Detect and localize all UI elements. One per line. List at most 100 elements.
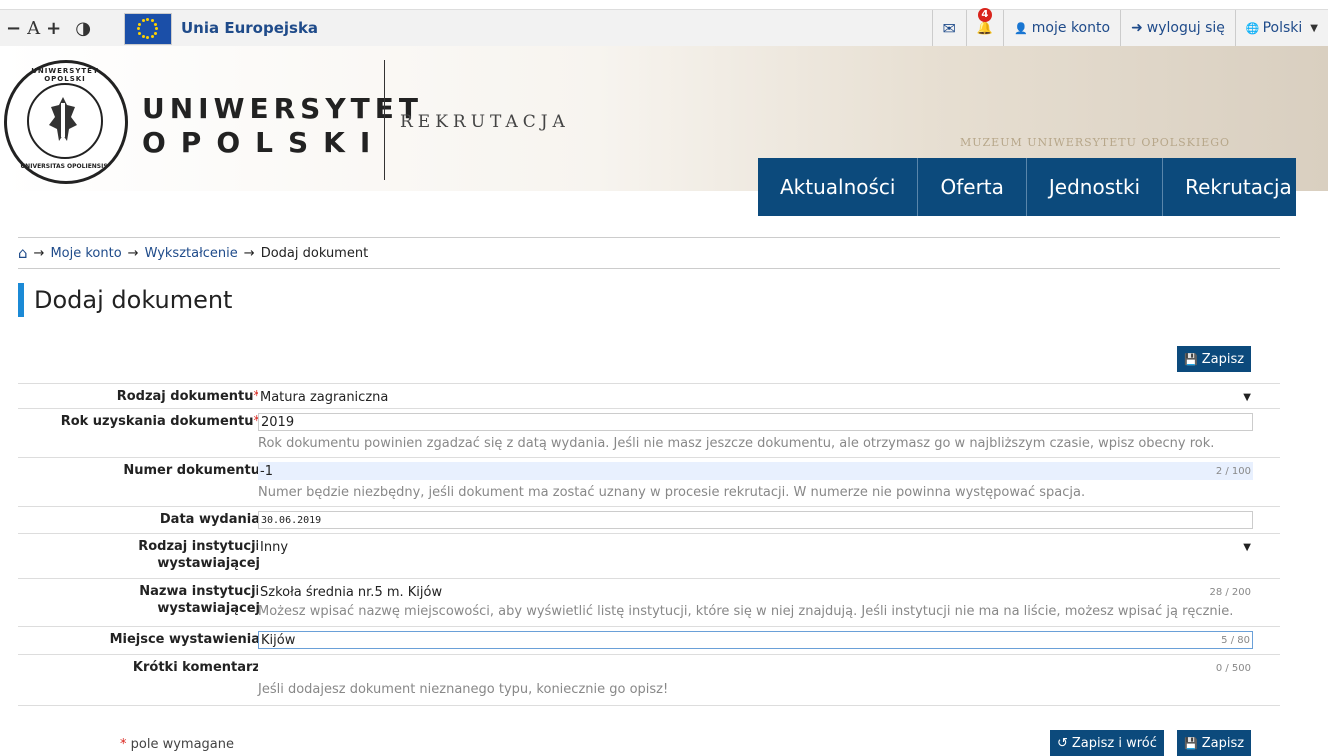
chevron-down-icon: ▼	[1310, 23, 1318, 34]
doc-type-value: Matura zagraniczna	[260, 390, 388, 405]
place-input[interactable]: Kijów 5 / 80	[258, 631, 1253, 649]
doc-year-hint: Rok dokumentu powinien zgadzać się z dat…	[258, 436, 1214, 451]
nav-item-rekrutacja[interactable]: Rekrutacja	[1163, 158, 1296, 216]
logout-icon: ➜	[1131, 20, 1143, 36]
font-increase-button[interactable]: +	[46, 18, 61, 39]
eu-star-icon	[146, 18, 149, 21]
doc-number-label: Numer dokumentu	[123, 462, 260, 479]
language-icon: 🌐	[1246, 22, 1260, 35]
save-button-top[interactable]: 💾 Zapisz	[1177, 346, 1251, 372]
font-decrease-button[interactable]: −	[6, 18, 21, 39]
inst-type-label: Rodzaj instytucjiwystawiającej	[138, 538, 260, 572]
comment-label: Krótki komentarz	[133, 659, 260, 676]
return-icon: ↺	[1057, 736, 1068, 751]
chevron-down-icon: ▼	[1243, 392, 1251, 403]
eu-star-icon	[142, 19, 145, 22]
eu-star-icon	[137, 27, 140, 30]
doc-number-hint: Numer będzie niezbędny, jeśli dokument m…	[258, 485, 1085, 500]
university-name: UNIWERSYTET OPOLSKI	[142, 92, 423, 160]
breadcrumb: ⌂ → Moje konto → Wykształcenie → Dodaj d…	[18, 237, 1280, 269]
breadcrumb-moje-konto[interactable]: Moje konto	[50, 246, 121, 261]
envelope-icon: ✉	[943, 19, 956, 38]
doc-number-counter: 2 / 100	[1216, 466, 1251, 477]
eu-star-icon	[155, 27, 158, 30]
doc-type-select[interactable]: Matura zagraniczna ▼	[258, 388, 1253, 406]
eu-star-icon	[146, 36, 149, 39]
seal-bottom-text: UNIVERSITAS OPOLIENSIS	[9, 163, 119, 170]
save-button-bottom[interactable]: 💾 Zapisz	[1177, 730, 1251, 756]
inst-name-hint: Możesz wpisać nazwę miejscowości, aby wy…	[258, 604, 1233, 619]
nav-item-jednostki[interactable]: Jednostki	[1027, 158, 1163, 216]
doc-year-label: Rok uzyskania dokumentu*	[61, 413, 260, 430]
comment-input[interactable]: 0 / 500	[258, 659, 1253, 677]
account-label: moje konto	[1032, 20, 1110, 36]
inst-type-select[interactable]: Inny ▼	[258, 538, 1253, 556]
save-return-label: Zapisz i wróć	[1072, 736, 1157, 751]
language-select[interactable]: 🌐 Polski ▼	[1235, 10, 1328, 46]
eu-star-icon	[142, 35, 145, 38]
eu-label: Unia Europejska	[181, 19, 318, 37]
bell-icon: 🔔	[977, 21, 993, 36]
page-title: Dodaj dokument	[34, 286, 232, 314]
row-inst-type: Rodzaj instytucjiwystawiającej Inny ▼	[18, 533, 1280, 578]
page-heading: Dodaj dokument	[18, 283, 232, 317]
comment-counter: 0 / 500	[1216, 663, 1251, 674]
messages-button[interactable]: ✉	[932, 10, 966, 46]
comment-hint: Jeśli dodajesz dokument nieznanego typu,…	[258, 682, 668, 697]
save-and-return-button[interactable]: ↺ Zapisz i wróć	[1050, 730, 1164, 756]
eu-star-icon	[154, 32, 157, 35]
language-label: Polski	[1263, 20, 1303, 36]
logout-label: wyloguj się	[1147, 20, 1225, 36]
save-label: Zapisz	[1202, 736, 1244, 751]
nav-item-aktualnosci[interactable]: Aktualności	[758, 158, 918, 216]
row-place: Miejsce wystawienia Kijów 5 / 80	[18, 626, 1280, 654]
main-nav: Aktualności Oferta Jednostki Rekrutacja	[758, 158, 1296, 216]
nav-item-oferta[interactable]: Oferta	[918, 158, 1026, 216]
row-doc-type: Rodzaj dokumentu* Matura zagraniczna ▼	[18, 383, 1280, 408]
university-seal-logo[interactable]: UNIWERSYTET OPOLSKI UNIVERSITAS OPOLIENS…	[4, 60, 128, 184]
home-icon[interactable]: ⌂	[18, 244, 28, 262]
accessibility-controls: − A + ◑	[6, 18, 91, 39]
doc-number-input[interactable]: -1 2 / 100	[258, 462, 1253, 480]
place-label: Miejsce wystawienia	[110, 631, 260, 648]
university-name-line2: OPOLSKI	[142, 126, 423, 160]
logout-link[interactable]: ➜ wyloguj się	[1120, 10, 1235, 46]
university-name-line1: UNIWERSYTET	[142, 92, 423, 126]
row-inst-name: Nazwa instytucjiwystawiającej Szkoła śre…	[18, 578, 1280, 626]
save-label: Zapisz	[1202, 352, 1244, 367]
user-nav: ✉ 🔔 4 👤 moje konto ➜ wyloguj się 🌐 Polsk…	[932, 10, 1328, 46]
eu-star-icon	[151, 19, 154, 22]
notification-badge: 4	[978, 8, 992, 22]
font-normal-button[interactable]: A	[27, 18, 40, 39]
breadcrumb-arrow: →	[244, 246, 255, 261]
document-form: Rodzaj dokumentu* Matura zagraniczna ▼ R…	[18, 383, 1280, 706]
floppy-icon: 💾	[1184, 353, 1198, 366]
breadcrumb-wyksztalcenie[interactable]: Wykształcenie	[145, 246, 238, 261]
breadcrumb-arrow: →	[34, 246, 45, 261]
account-link[interactable]: 👤 moje konto	[1003, 10, 1120, 46]
header-divider	[384, 60, 385, 180]
doc-year-input[interactable]: 2019	[258, 413, 1253, 431]
eu-star-icon	[138, 23, 141, 26]
contrast-toggle-icon[interactable]: ◑	[75, 18, 91, 39]
inst-name-input[interactable]: Szkoła średnia nr.5 m. Kijów 28 / 200	[258, 583, 1253, 601]
top-bar: − A + ◑ Unia Europejska ✉ 🔔 4 👤 moje kon…	[0, 9, 1328, 47]
museum-sign: MUZEUM UNIWERSYTETU OPOLSKIEGO	[960, 136, 1230, 149]
issue-date-input[interactable]: 30.06.2019	[258, 511, 1253, 529]
breadcrumb-current: Dodaj dokument	[261, 246, 369, 261]
doc-type-label: Rodzaj dokumentu*	[117, 388, 260, 405]
row-issue-date: Data wydania 30.06.2019	[18, 506, 1280, 533]
eu-flag-icon	[124, 13, 172, 45]
place-counter: 5 / 80	[1221, 635, 1250, 646]
row-doc-number: Numer dokumentu -1 2 / 100 Numer będzie …	[18, 457, 1280, 506]
eu-star-icon	[154, 23, 157, 26]
title-accent-bar	[18, 283, 24, 317]
notifications-button[interactable]: 🔔 4	[966, 10, 1003, 46]
row-doc-year: Rok uzyskania dokumentu* 2019 Rok dokume…	[18, 408, 1280, 457]
user-icon: 👤	[1014, 22, 1028, 35]
seal-top-text: UNIWERSYTET OPOLSKI	[15, 67, 115, 83]
row-comment: Krótki komentarz 0 / 500 Jeśli dodajesz …	[18, 654, 1280, 706]
eu-star-icon	[138, 32, 141, 35]
required-note: * pole wymagane	[120, 737, 234, 752]
eu-star-icon	[151, 35, 154, 38]
